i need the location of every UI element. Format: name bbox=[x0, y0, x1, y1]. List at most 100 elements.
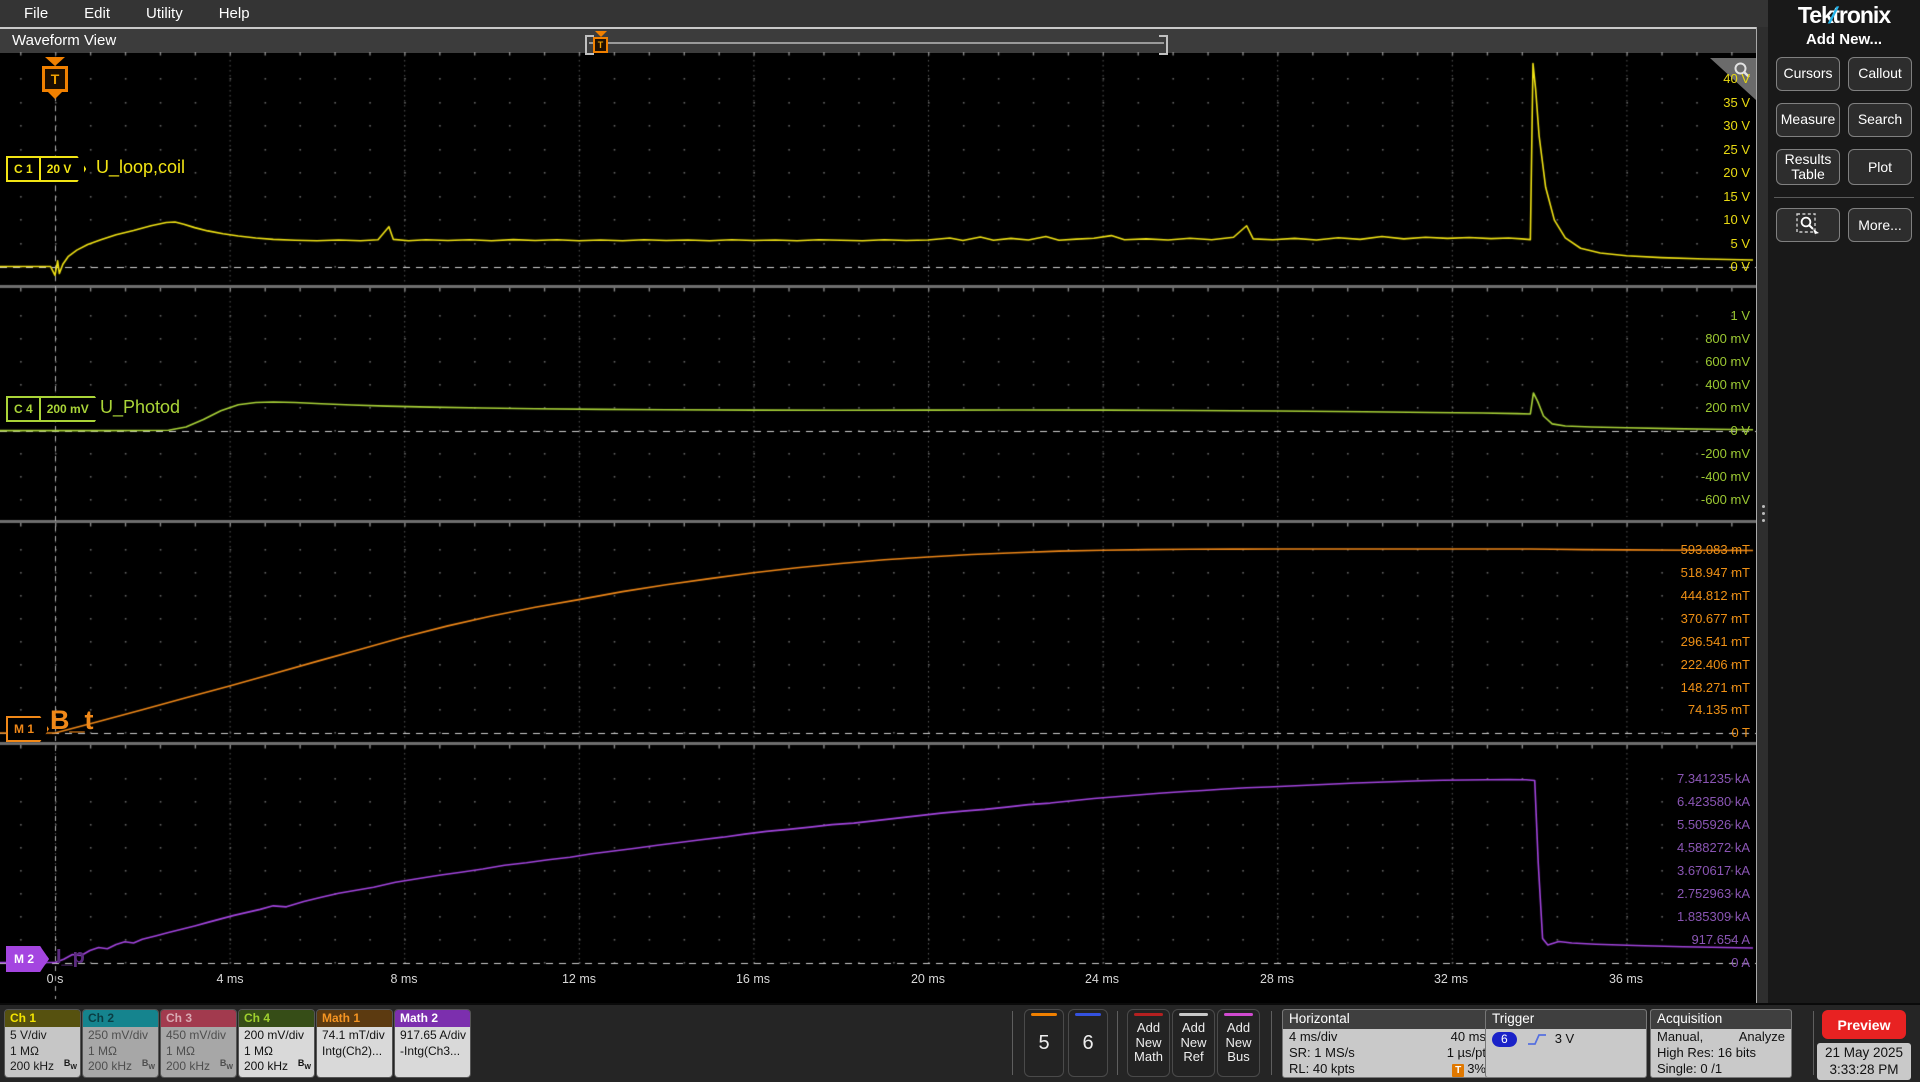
bandwidth-limit-icon: BW bbox=[219, 1057, 233, 1071]
channel-badge-title: Ch 4 bbox=[239, 1010, 314, 1027]
trigger-flag-tip bbox=[48, 92, 62, 99]
channel-badge-body: 200 mV/div 1 MΩ 200 kHz BW bbox=[239, 1027, 314, 1077]
channel-badge-title: Math 2 bbox=[395, 1010, 470, 1027]
channel-badge-line: 450 mV/div bbox=[166, 1028, 227, 1042]
time-text: 3:33:28 PM bbox=[1829, 1062, 1899, 1077]
horizontal-row: 4 ms/div 40 ms bbox=[1289, 1029, 1486, 1044]
right-sidebar: Tek/tronix Add New... Cursors Callout Meas… bbox=[1768, 0, 1920, 1003]
menu-item-edit[interactable]: Edit bbox=[70, 5, 124, 22]
horizontal-row: SR: 1 MS/s 1 µs/pt bbox=[1289, 1045, 1486, 1060]
menu-bar: File Edit Utility Help bbox=[0, 0, 1768, 27]
ch1-badge-cell: 20 V bbox=[39, 158, 78, 180]
add-new-button-grid: Cursors Callout Measure Search Results Table… bbox=[1776, 57, 1912, 186]
menu-item-help[interactable]: Help bbox=[205, 5, 264, 22]
channel-badge-line: 5 V/div bbox=[10, 1028, 47, 1042]
menu-item-file[interactable]: File bbox=[10, 5, 62, 22]
channel-badge-math1[interactable]: Math 1 74.1 mT/div Intg(Ch2)... bbox=[316, 1009, 393, 1078]
add-new-plot-button[interactable]: Plot bbox=[1848, 149, 1912, 186]
add-button-stripe bbox=[1179, 1013, 1208, 1016]
channel-badge-line: 74.1 mT/div bbox=[322, 1028, 385, 1042]
ch1-badge-cell: C 1 bbox=[14, 162, 33, 176]
acquisition-row: Manual, Analyze bbox=[1657, 1029, 1785, 1044]
add-new-measure-button[interactable]: Measure bbox=[1776, 103, 1840, 137]
math2-badge-shape[interactable]: M 2 bbox=[6, 946, 49, 972]
channel-badge-line: -Intg(Ch3... bbox=[400, 1043, 461, 1058]
channel-color-stripe bbox=[1075, 1013, 1101, 1016]
add-new-heading: Add New... bbox=[1805, 31, 1883, 48]
waveform-canvas[interactable] bbox=[0, 52, 1756, 1000]
date-text: 21 May 2025 bbox=[1824, 1045, 1904, 1060]
channel-badge-body: 74.1 mT/div Intg(Ch2)... bbox=[317, 1027, 392, 1077]
channel-badge-body: 450 mV/div 1 MΩ 200 kHz BW bbox=[161, 1027, 236, 1077]
channel-badge-ch1[interactable]: Ch 15 V/div 1 MΩ 200 kHz BW bbox=[4, 1009, 81, 1078]
zoom-select-icon bbox=[1796, 213, 1819, 238]
trigger-position-icon: T bbox=[1452, 1064, 1465, 1077]
rising-edge-icon bbox=[1527, 1033, 1546, 1045]
channel-color-stripe bbox=[1031, 1013, 1057, 1016]
horizontal-row: RL: 40 kpts T 3% bbox=[1289, 1061, 1486, 1077]
channel-badge-line: Intg(Ch2)... bbox=[322, 1043, 383, 1058]
channel-badge-math2[interactable]: Math 2 917.65 A/div -Intg(Ch3... bbox=[394, 1009, 471, 1078]
more-button[interactable]: More... bbox=[1848, 208, 1912, 243]
bottombar-divider bbox=[1813, 1011, 1814, 1075]
acquisition-row: High Res: 16 bits bbox=[1657, 1045, 1756, 1060]
channel-button-6[interactable]: 6 bbox=[1068, 1009, 1108, 1077]
trigger-position-marker[interactable]: T bbox=[593, 31, 608, 53]
bottombar-divider bbox=[1012, 1011, 1013, 1075]
zoom-select-button[interactable] bbox=[1776, 208, 1840, 243]
add-button-stripe bbox=[1224, 1013, 1253, 1016]
add-new-cursors-button[interactable]: Cursors bbox=[1776, 57, 1840, 91]
channel-badge-line: 250 mV/div bbox=[88, 1028, 149, 1042]
add-new-results-table-button[interactable]: Results Table bbox=[1776, 149, 1840, 186]
math1-badge-shape[interactable]: M 1 bbox=[6, 716, 49, 742]
sidebar-divider bbox=[1774, 197, 1914, 199]
waveform-view: Waveform View T T 40 V 35 V 30 V 25 V 20… bbox=[0, 27, 1756, 1004]
preview-button[interactable]: Preview bbox=[1822, 1010, 1906, 1039]
trigger-panel[interactable]: Trigger 6 3 V bbox=[1485, 1009, 1647, 1078]
acquisition-panel-rows: Manual, Analyze High Res: 16 bits Single: 0… bbox=[1651, 1029, 1791, 1077]
oscilloscope-app: File Edit Utility Help Waveform View T T bbox=[0, 0, 1920, 1082]
trigger-panel-rows: 63 V bbox=[1486, 1031, 1646, 1047]
channel-button-5[interactable]: 5 bbox=[1024, 1009, 1064, 1077]
ch1-badge-shape[interactable]: C 1 20 V bbox=[6, 156, 86, 182]
channel-badge-ch4[interactable]: Ch 4 200 mV/div 1 MΩ 200 kHz BW bbox=[238, 1009, 315, 1078]
horizontal-panel-title: Horizontal bbox=[1283, 1010, 1492, 1029]
acquisition-panel[interactable]: Acquisition Manual, Analyze High Res: 16 bi… bbox=[1650, 1009, 1792, 1078]
bandwidth-limit-icon: BW bbox=[63, 1057, 77, 1071]
channel-badge-title: Math 1 bbox=[317, 1010, 392, 1027]
channel-badge-line: 200 mV/div bbox=[244, 1028, 305, 1042]
math1-badge-cell: M 1 bbox=[14, 722, 35, 736]
bottombar-divider bbox=[1117, 1011, 1118, 1075]
channel-badge-ch3[interactable]: Ch 3 450 mV/div 1 MΩ 200 kHz BW bbox=[160, 1009, 237, 1078]
math2-badge-cell: M 2 bbox=[14, 952, 35, 966]
add-new-search-button[interactable]: Search bbox=[1848, 103, 1912, 137]
trigger-panel-title: Trigger bbox=[1486, 1010, 1646, 1029]
bandwidth-limit-icon: BW bbox=[297, 1057, 311, 1071]
channel-badge-title: Ch 1 bbox=[5, 1010, 80, 1027]
acquisition-panel-title: Acquisition bbox=[1651, 1010, 1791, 1029]
channel-badge-body: 5 V/div 1 MΩ 200 kHz BW bbox=[5, 1027, 80, 1077]
channel-badge-line: 917.65 A/div bbox=[400, 1028, 467, 1042]
channel-badge-body: 250 mV/div 1 MΩ 200 kHz BW bbox=[83, 1027, 158, 1077]
acquisition-row: Single: 0 /1 bbox=[1657, 1061, 1723, 1076]
channel-badge-body: 917.65 A/div -Intg(Ch3... bbox=[395, 1027, 470, 1077]
trigger-level-flag[interactable]: T bbox=[42, 57, 68, 99]
add-new-ref-button[interactable]: Add New Ref bbox=[1172, 1009, 1215, 1077]
ch4-badge-shape[interactable]: C 4 200 mV bbox=[6, 396, 104, 422]
bottombar-divider bbox=[1271, 1011, 1272, 1075]
timeline-overview[interactable]: T bbox=[585, 31, 1168, 55]
add-new-math-button[interactable]: Add New Math bbox=[1127, 1009, 1170, 1077]
trigger-row: 63 V bbox=[1492, 1031, 1640, 1047]
add-new-bus-button[interactable]: Add New Bus bbox=[1217, 1009, 1260, 1077]
channel-badge-title: Ch 3 bbox=[161, 1010, 236, 1027]
channel-badge-ch2[interactable]: Ch 2 250 mV/div 1 MΩ 200 kHz BW bbox=[82, 1009, 159, 1078]
horizontal-panel[interactable]: Horizontal 4 ms/div 40 ms SR: 1 MS/s 1 µs/pt… bbox=[1282, 1009, 1493, 1078]
waveform-view-title: Waveform View bbox=[12, 32, 117, 49]
ch4-badge-cell: C 4 bbox=[14, 402, 33, 416]
timeline-line bbox=[589, 42, 1164, 44]
settings-bar: Preview 21 May 2025 3:33:28 PM Ch 15 V/d… bbox=[0, 1003, 1920, 1082]
menu-item-utility[interactable]: Utility bbox=[132, 5, 197, 22]
channel-badge-title: Ch 2 bbox=[83, 1010, 158, 1027]
magnifier-icon bbox=[1734, 62, 1750, 78]
add-new-callout-button[interactable]: Callout bbox=[1848, 57, 1912, 91]
